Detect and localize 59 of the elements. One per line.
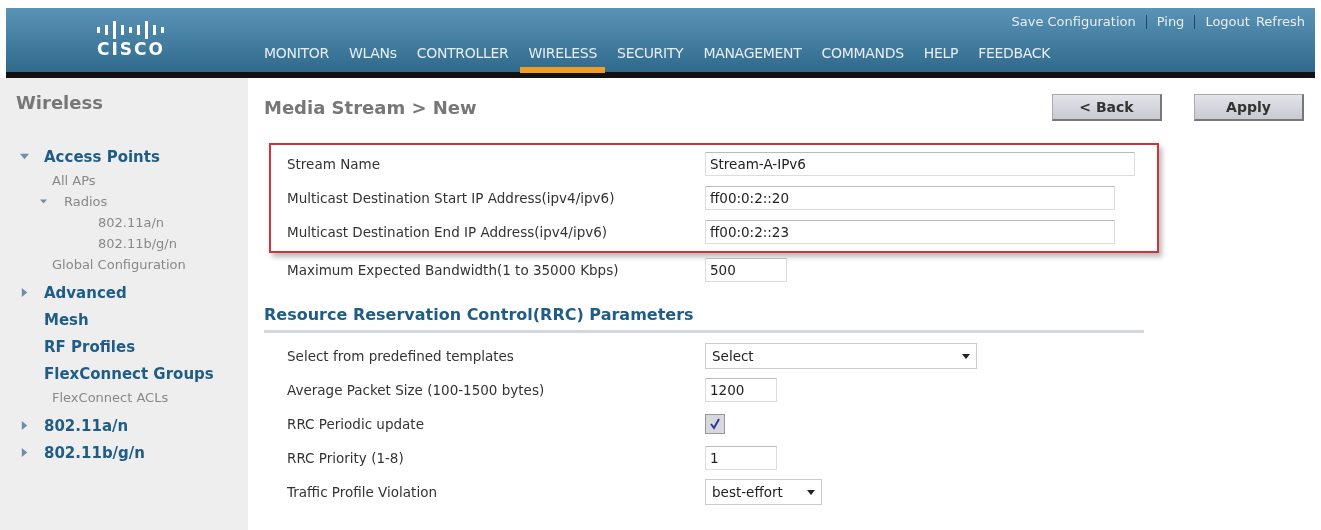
caret-icon bbox=[962, 353, 970, 359]
sidebar-subitem[interactable]: 802.11b/g/n bbox=[98, 236, 177, 251]
expanded-triangle-icon[interactable] bbox=[20, 152, 29, 161]
header-link[interactable]: Refresh bbox=[1255, 14, 1305, 29]
menu-tab[interactable]: SECURITY bbox=[609, 41, 692, 73]
sidebar-subitem[interactable]: All APs bbox=[52, 173, 96, 188]
field-label: Traffic Profile Violation bbox=[287, 484, 438, 500]
field-label: Multicast Destination End IP Address(ipv4/ipv6) bbox=[287, 224, 609, 240]
input-field[interactable]: ff00:0:2::23 bbox=[705, 220, 1115, 244]
header-link[interactable]: Save Configuration bbox=[1011, 14, 1136, 29]
menu-tab[interactable]: WIRELESS bbox=[520, 41, 606, 73]
sidebar-subitem[interactable]: FlexConnect ACLs bbox=[52, 390, 169, 405]
collapsed-triangle-icon[interactable] bbox=[20, 448, 29, 457]
menu-tab[interactable]: MONITOR bbox=[256, 41, 337, 73]
checkmark-icon bbox=[709, 418, 721, 430]
action-button[interactable]: < Back bbox=[1052, 94, 1162, 121]
menu-tab[interactable]: HELP bbox=[915, 41, 967, 73]
caret-icon bbox=[807, 489, 815, 495]
collapsed-triangle-icon[interactable] bbox=[20, 421, 29, 430]
page-title: Media Stream > New bbox=[264, 97, 477, 118]
field-label: Select from predefined templates bbox=[287, 348, 515, 364]
checkbox[interactable] bbox=[705, 414, 725, 434]
dropdown[interactable]: best-effort bbox=[705, 479, 822, 505]
input-field[interactable]: 1 bbox=[705, 446, 777, 470]
sidebar-subitem[interactable]: Global Configuration bbox=[52, 257, 186, 272]
input-field[interactable]: 1200 bbox=[705, 378, 777, 402]
input-field[interactable]: 500 bbox=[705, 258, 787, 282]
sidebar-item[interactable]: FlexConnect Groups bbox=[44, 364, 214, 383]
collapsed-triangle-icon[interactable] bbox=[20, 288, 29, 297]
sidebar-subitem[interactable]: 802.11a/n bbox=[98, 215, 165, 230]
sidebar-subitem[interactable]: Radios bbox=[64, 194, 108, 209]
sidebar-item[interactable]: 802.11a/n bbox=[44, 416, 129, 435]
sidebar-item[interactable]: RF Profiles bbox=[44, 337, 136, 356]
header-link[interactable]: Ping bbox=[1156, 14, 1185, 29]
section-heading: Resource Reservation Control(RRC) Parameters bbox=[264, 305, 1144, 333]
menu-tab[interactable]: MANAGEMENT bbox=[695, 41, 810, 73]
dropdown[interactable]: Select bbox=[705, 343, 977, 369]
field-label: Stream Name bbox=[287, 156, 381, 172]
action-button[interactable]: Apply bbox=[1194, 94, 1304, 121]
header-link[interactable]: Logout bbox=[1205, 14, 1250, 29]
field-label: RRC Periodic update bbox=[287, 416, 425, 432]
expanded-triangle-icon[interactable] bbox=[40, 198, 47, 205]
menu-tab[interactable]: COMMANDS bbox=[813, 41, 912, 73]
input-field[interactable]: ff00:0:2::20 bbox=[705, 186, 1115, 210]
sidebar-item[interactable]: 802.11b/g/n bbox=[44, 443, 145, 462]
menu-tab[interactable]: FEEDBACK bbox=[970, 41, 1059, 73]
logo-text: CISCO bbox=[97, 39, 165, 59]
menu-tab[interactable]: WLANs bbox=[340, 41, 405, 73]
input-field[interactable]: Stream-A-IPv6 bbox=[705, 152, 1135, 176]
field-label: Average Packet Size (100-1500 bytes) bbox=[287, 382, 546, 398]
sidebar-title: Wireless bbox=[16, 92, 104, 113]
field-label: Multicast Destination Start IP Address(ipv4/ipv6) bbox=[287, 190, 616, 206]
sidebar-item[interactable]: Advanced bbox=[44, 283, 127, 302]
sidebar-item[interactable]: Mesh bbox=[44, 310, 89, 329]
field-label: RRC Priority (1-8) bbox=[287, 450, 405, 466]
logo-bars-icon bbox=[96, 21, 166, 39]
sidebar-item[interactable]: Access Points bbox=[44, 147, 160, 166]
field-label: Maximum Expected Bandwidth(1 to 35000 Kbps) bbox=[287, 262, 620, 278]
menu-tab[interactable]: CONTROLLER bbox=[408, 41, 517, 73]
